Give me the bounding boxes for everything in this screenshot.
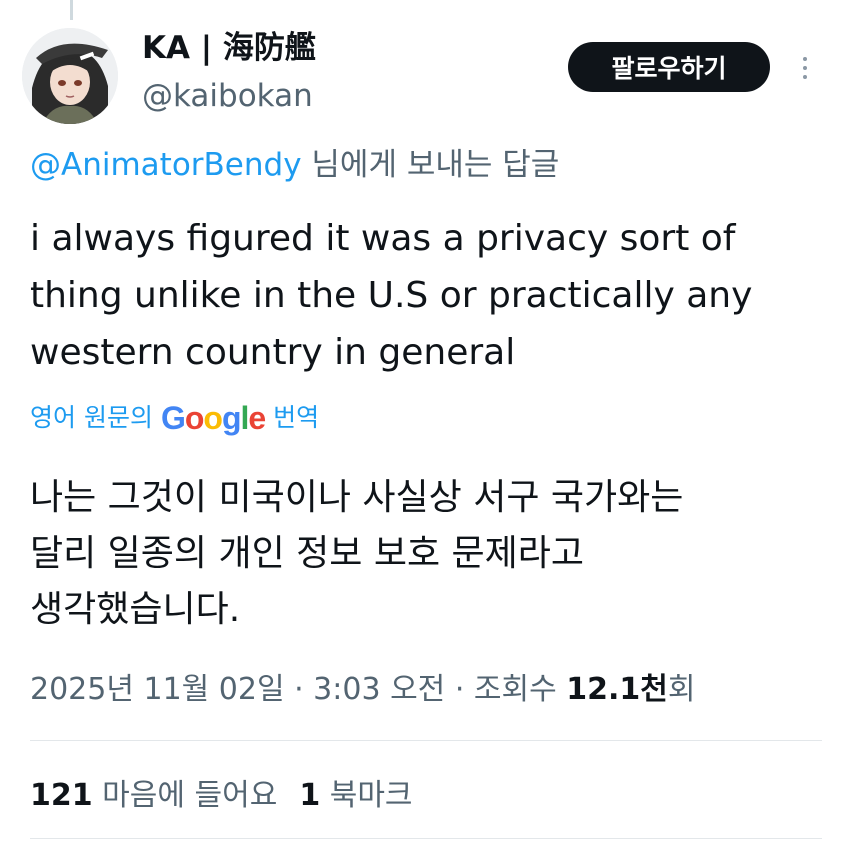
reply-suffix: 님에게 보내는 답글 [301, 147, 560, 183]
more-dot [803, 66, 807, 70]
views-count: 12.1천 [566, 672, 668, 707]
tweet-text-line: western country in general [30, 332, 516, 373]
reply-context: @AnimatorBendy 님에게 보내는 답글 [30, 144, 559, 186]
views-label-suffix: 회 [667, 672, 696, 707]
tweet-stats: 121 마음에 들어요 1 북마크 [30, 774, 413, 818]
divider [30, 838, 822, 839]
translation-prefix: 영어 원문의 [30, 403, 153, 432]
translated-text-line: 나는 그것이 미국이나 사실상 서구 국가와는 [30, 477, 684, 518]
tweet-meta: 2025년 11월 02일 · 3:03 오전 · 조회수 12.1천회 [30, 668, 695, 712]
likes-stat[interactable]: 121 마음에 들어요 [30, 778, 277, 813]
more-dot [803, 57, 807, 61]
translated-text-line: 생각했습니다. [30, 589, 241, 630]
translated-text-line: 달리 일종의 개인 정보 보호 문제라고 [30, 533, 585, 574]
tweet-text-line: i always figured it was a privacy sort o… [30, 218, 736, 259]
avatar[interactable] [22, 28, 118, 124]
google-logo: Google [160, 400, 266, 436]
thread-connector-line [70, 0, 73, 20]
bookmarks-stat[interactable]: 1 북마크 [299, 778, 412, 813]
reply-mention-link[interactable]: @AnimatorBendy [30, 147, 302, 183]
translation-attribution[interactable]: 영어 원문의 Google 번역 [30, 398, 319, 438]
follow-button[interactable]: 팔로우하기 [568, 42, 770, 92]
translated-text: 나는 그것이 미국이나 사실상 서구 국가와는 달리 일종의 개인 정보 보호 … [30, 470, 830, 638]
likes-label: 마음에 들어요 [92, 778, 278, 813]
likes-count: 121 [30, 778, 93, 813]
meta-separator: · [445, 672, 474, 707]
author-display-name[interactable]: KA | 海防艦 [142, 28, 316, 68]
author-handle[interactable]: @kaibokan [142, 76, 313, 116]
tweet-timestamp[interactable]: 2025년 11월 02일 · 3:03 오전 [30, 672, 445, 707]
tweet-text-line: thing unlike in the U.S or practically a… [30, 275, 753, 316]
tweet-text: i always figured it was a privacy sort o… [30, 210, 830, 381]
more-dot [803, 75, 807, 79]
divider [30, 740, 822, 741]
bookmarks-count: 1 [299, 778, 321, 813]
avatar-image [22, 28, 118, 124]
translation-suffix: 번역 [273, 403, 320, 432]
bookmarks-label: 북마크 [320, 778, 413, 813]
views-label-prefix: 조회수 [473, 672, 567, 707]
more-vertical-icon[interactable] [795, 48, 815, 88]
